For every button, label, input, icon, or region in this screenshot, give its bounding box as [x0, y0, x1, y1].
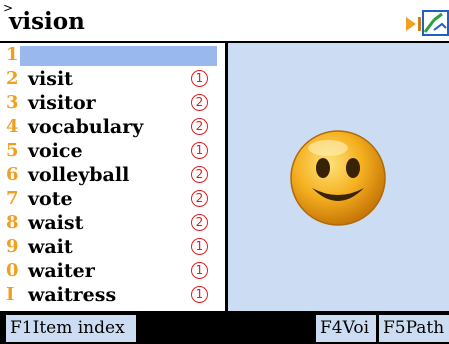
item-number: 8	[6, 212, 19, 233]
item-number: 9	[6, 236, 19, 257]
item-word: waiter	[28, 260, 95, 282]
item-number: 0	[6, 260, 19, 281]
selection-highlight	[20, 46, 217, 66]
frequency-badge: 2	[191, 166, 208, 183]
frequency-badge: 1	[191, 286, 208, 303]
frequency-badge: 2	[191, 190, 208, 207]
item-number: 4	[6, 116, 19, 137]
list-item[interactable]: 1	[0, 43, 225, 67]
search-bar[interactable]: > vision	[0, 0, 449, 43]
item-word: visitor	[28, 92, 96, 114]
list-item[interactable]: 0 waiter 1	[0, 259, 225, 283]
list-item[interactable]: 5 voice 1	[0, 139, 225, 163]
frequency-badge: 1	[191, 238, 208, 255]
item-word: waist	[28, 212, 84, 234]
pen-icon[interactable]	[422, 10, 449, 36]
smiley-face-icon	[290, 130, 386, 226]
item-word: voice	[28, 140, 83, 162]
item-number: 5	[6, 140, 19, 161]
skip-forward-icon[interactable]	[404, 15, 422, 33]
item-word: vocabulary	[28, 116, 144, 138]
f1-item-index-button[interactable]: F1Item index	[6, 315, 136, 342]
function-key-bar: F1Item index F4Voi F5Path	[0, 311, 449, 344]
list-item[interactable]: 8 waist 2	[0, 211, 225, 235]
frequency-badge: 1	[191, 142, 208, 159]
frequency-badge: 2	[191, 94, 208, 111]
item-number: 2	[6, 68, 19, 89]
item-number: 1	[6, 44, 19, 65]
item-number: 7	[6, 188, 19, 209]
item-number: 6	[6, 164, 19, 185]
frequency-badge: 1	[191, 262, 208, 279]
list-item[interactable]: 6 volleyball 2	[0, 163, 225, 187]
item-number: 3	[6, 92, 19, 113]
item-word: vote	[28, 188, 73, 210]
list-item[interactable]: 4 vocabulary 2	[0, 115, 225, 139]
list-item[interactable]: 2 visit 1	[0, 67, 225, 91]
list-item[interactable]: 3 visitor 2	[0, 91, 225, 115]
item-word: waitress	[28, 284, 117, 306]
search-input[interactable]: vision	[9, 8, 85, 36]
item-number: I	[6, 284, 15, 305]
item-word: volleyball	[28, 164, 130, 186]
picture-pane	[228, 43, 449, 311]
list-item[interactable]: 9 wait 1	[0, 235, 225, 259]
f4-voice-button[interactable]: F4Voi	[316, 315, 376, 342]
frequency-badge: 2	[191, 118, 208, 135]
f5-path-button[interactable]: F5Path	[379, 315, 449, 342]
item-word: wait	[28, 236, 73, 258]
frequency-badge: 2	[191, 214, 208, 231]
item-word: visit	[28, 68, 73, 90]
list-item[interactable]: 7 vote 2	[0, 187, 225, 211]
list-item[interactable]: I waitress 1	[0, 283, 225, 307]
word-list: 1 2 visit 1 3 visitor 2 4 vocabulary 2 5…	[0, 43, 225, 311]
frequency-badge: 1	[191, 70, 208, 87]
